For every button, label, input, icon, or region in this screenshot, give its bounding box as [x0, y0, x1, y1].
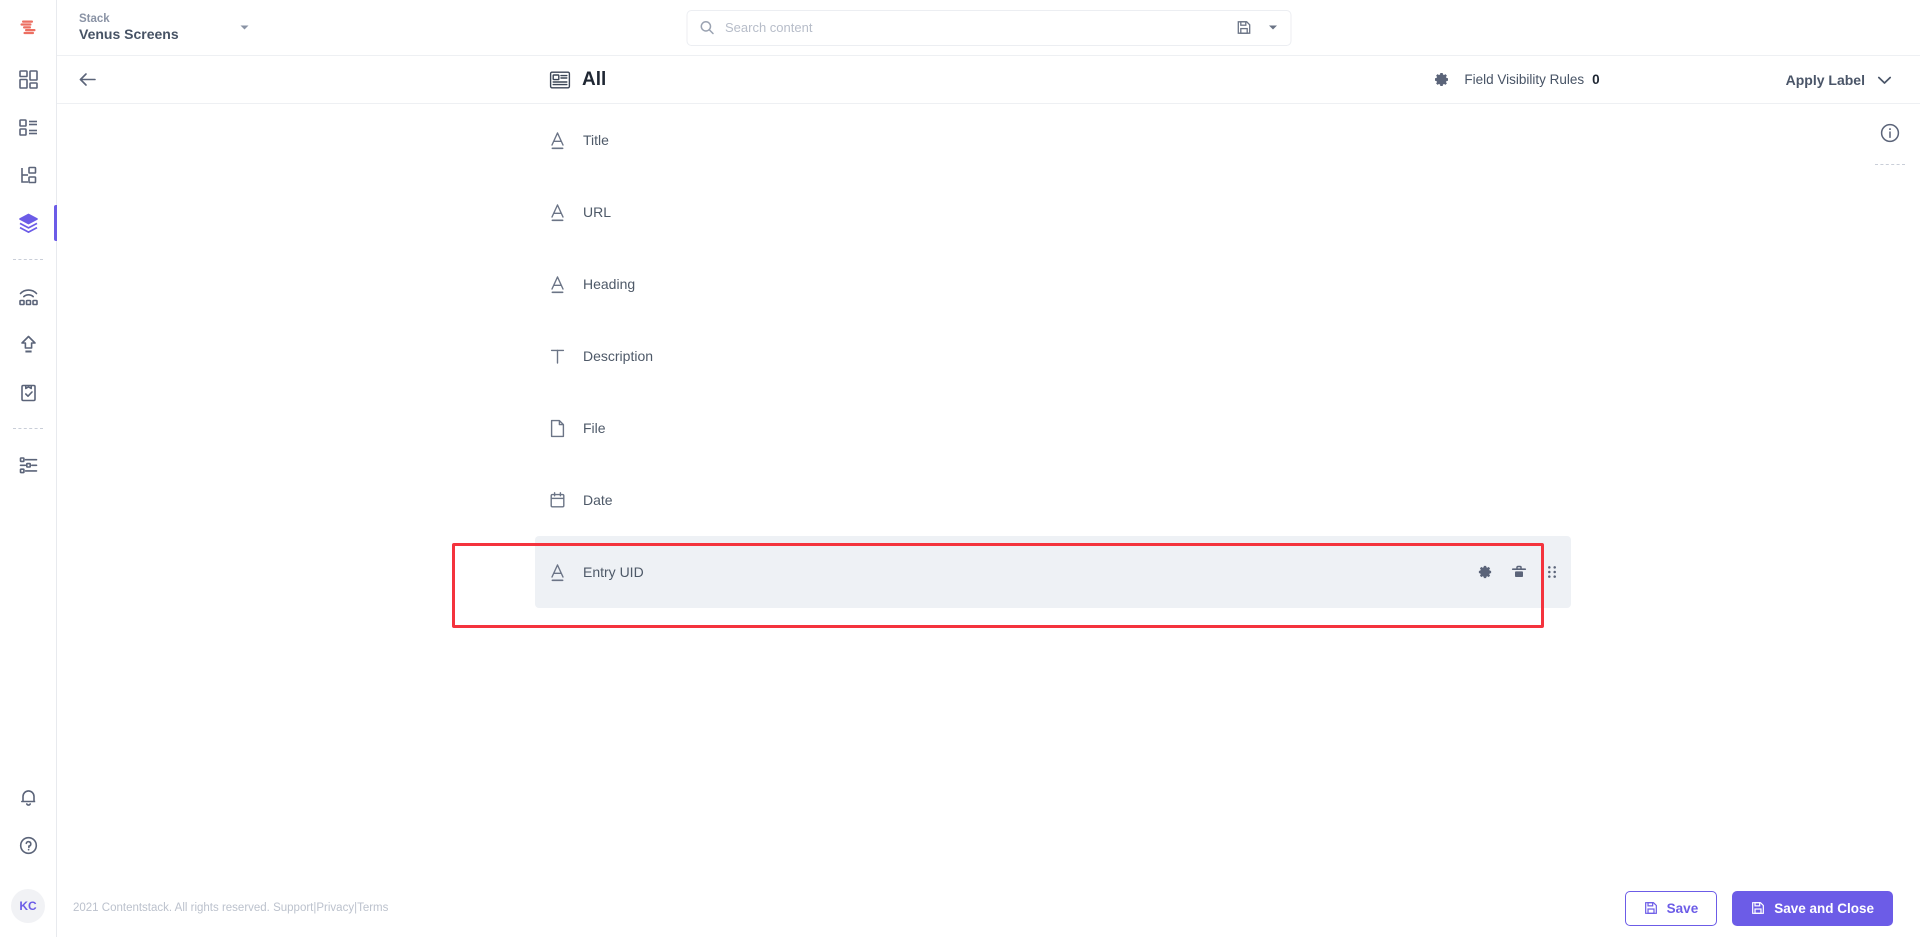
sidebar-item-content-types[interactable] — [0, 103, 57, 151]
field-row-file[interactable]: File — [535, 392, 1571, 464]
sidebar-divider-2 — [13, 428, 43, 429]
layers-stack-icon — [17, 212, 40, 235]
field-row-title[interactable]: Title — [535, 104, 1571, 176]
copyright-text: 2021 Contentstack. All rights reserved. — [73, 902, 270, 914]
field-label: Description — [583, 348, 654, 364]
sidebar-item-publish[interactable] — [0, 320, 57, 368]
info-circle-icon[interactable] — [1879, 122, 1901, 144]
upload-publish-icon — [18, 334, 39, 355]
save-button[interactable]: Save — [1624, 890, 1718, 926]
info-divider — [1875, 164, 1905, 165]
content-type-page-icon — [549, 70, 571, 90]
logo-container[interactable] — [0, 0, 56, 55]
arrow-left-icon — [78, 71, 97, 88]
contentstack-logo-icon — [15, 15, 41, 41]
sidebar-item-entries[interactable] — [0, 151, 57, 199]
field-list: Title URL Heading Description File Date … — [535, 104, 1571, 608]
field-row-date[interactable]: Date — [535, 464, 1571, 536]
stack-name: Venus Screens — [79, 25, 179, 42]
search-caret-down-icon[interactable] — [1267, 22, 1278, 33]
single-line-text-icon — [548, 562, 578, 583]
bell-icon — [18, 787, 39, 808]
main-region: Stack Venus Screens Search content All F… — [57, 0, 1920, 937]
field-label: File — [583, 420, 606, 436]
field-label: Heading — [583, 276, 636, 292]
page-header-actions: Field Visibility Rules 0 Apply Label — [1433, 71, 1920, 88]
page-title: All — [582, 68, 607, 90]
info-sidebar — [1860, 104, 1920, 165]
file-icon — [548, 418, 578, 439]
single-line-text-icon — [548, 130, 578, 151]
sidebar-item-notifications[interactable] — [0, 773, 57, 821]
stack-label: Stack — [79, 12, 110, 25]
sidebar-item-dashboard[interactable] — [0, 55, 57, 103]
privacy-link[interactable]: Privacy — [316, 902, 354, 914]
floppy-disk-icon — [1751, 901, 1765, 915]
field-visibility-rules-count: 0 — [1592, 72, 1600, 87]
terms-link[interactable]: Terms — [357, 902, 388, 914]
field-label: Entry UID — [583, 564, 644, 580]
top-bar: Stack Venus Screens Search content — [57, 0, 1920, 55]
single-line-text-icon — [548, 274, 578, 295]
field-visibility-rules-label: Field Visibility Rules — [1464, 72, 1585, 87]
field-row-url[interactable]: URL — [535, 176, 1571, 248]
avatar[interactable]: KC — [11, 889, 45, 923]
footer-copyright: 2021 Contentstack. All rights reserved. … — [73, 902, 388, 914]
search-input[interactable]: Search content — [686, 9, 1291, 46]
wifi-dots-icon — [17, 286, 40, 307]
page-title-group: All — [549, 69, 606, 91]
clipboard-check-icon — [18, 382, 39, 403]
gear-icon — [1433, 71, 1450, 88]
sliders-settings-icon — [18, 455, 39, 476]
gear-icon[interactable] — [1477, 564, 1493, 580]
apply-label-dropdown[interactable]: Apply Label — [1786, 72, 1892, 88]
caret-down-icon — [239, 22, 250, 33]
save-and-close-button-label: Save and Close — [1774, 900, 1874, 916]
floppy-disk-icon — [1644, 901, 1658, 915]
field-label: Title — [583, 132, 609, 148]
search-placeholder: Search content — [725, 20, 813, 35]
field-row-actions — [1477, 564, 1559, 580]
field-label: Date — [583, 492, 613, 508]
question-circle-icon — [18, 835, 39, 856]
field-row-entry-uid[interactable]: Entry UID — [535, 536, 1571, 608]
fields-canvas: Title URL Heading Description File Date … — [57, 104, 1920, 879]
save-button-label: Save — [1666, 900, 1699, 916]
drag-handle-icon[interactable] — [1545, 564, 1559, 580]
hierarchy-icon — [18, 165, 39, 186]
multi-line-text-icon — [548, 346, 578, 367]
sidebar-item-stack[interactable] — [0, 199, 57, 247]
stack-selector[interactable]: Stack Venus Screens — [79, 12, 250, 44]
sidebar-item-help[interactable] — [0, 821, 57, 869]
sidebar-item-live-preview[interactable] — [0, 272, 57, 320]
single-line-text-icon — [548, 202, 578, 223]
sidebar-divider-1 — [13, 259, 43, 260]
sidebar-item-settings[interactable] — [0, 441, 57, 489]
save-search-icon[interactable] — [1236, 20, 1251, 35]
content-types-icon — [18, 117, 39, 138]
field-row-heading[interactable]: Heading — [535, 248, 1571, 320]
calendar-icon — [548, 490, 578, 511]
back-button[interactable] — [57, 71, 117, 88]
support-link[interactable]: Support — [273, 902, 313, 914]
apply-label-text: Apply Label — [1785, 71, 1865, 88]
field-label: URL — [583, 204, 612, 220]
save-and-close-button[interactable]: Save and Close — [1732, 890, 1893, 926]
footer-actions: Save Save and Close — [1624, 890, 1893, 926]
app-root: KC Stack Venus Screens Search content Al… — [0, 0, 1920, 937]
sidebar-nav — [0, 55, 57, 489]
search-icon — [699, 20, 714, 35]
trash-icon[interactable] — [1511, 564, 1527, 580]
field-visibility-rules-button[interactable]: Field Visibility Rules 0 — [1433, 71, 1600, 88]
chevron-down-icon — [1877, 75, 1892, 85]
sidebar-bottom: KC — [0, 773, 56, 937]
primary-sidebar: KC — [0, 0, 57, 937]
dashboard-grid-icon — [18, 69, 39, 90]
page-header: All Field Visibility Rules 0 Apply Label — [57, 55, 1920, 104]
field-row-description[interactable]: Description — [535, 320, 1571, 392]
sidebar-item-tasks[interactable] — [0, 368, 57, 416]
footer-bar: 2021 Contentstack. All rights reserved. … — [57, 879, 1920, 937]
